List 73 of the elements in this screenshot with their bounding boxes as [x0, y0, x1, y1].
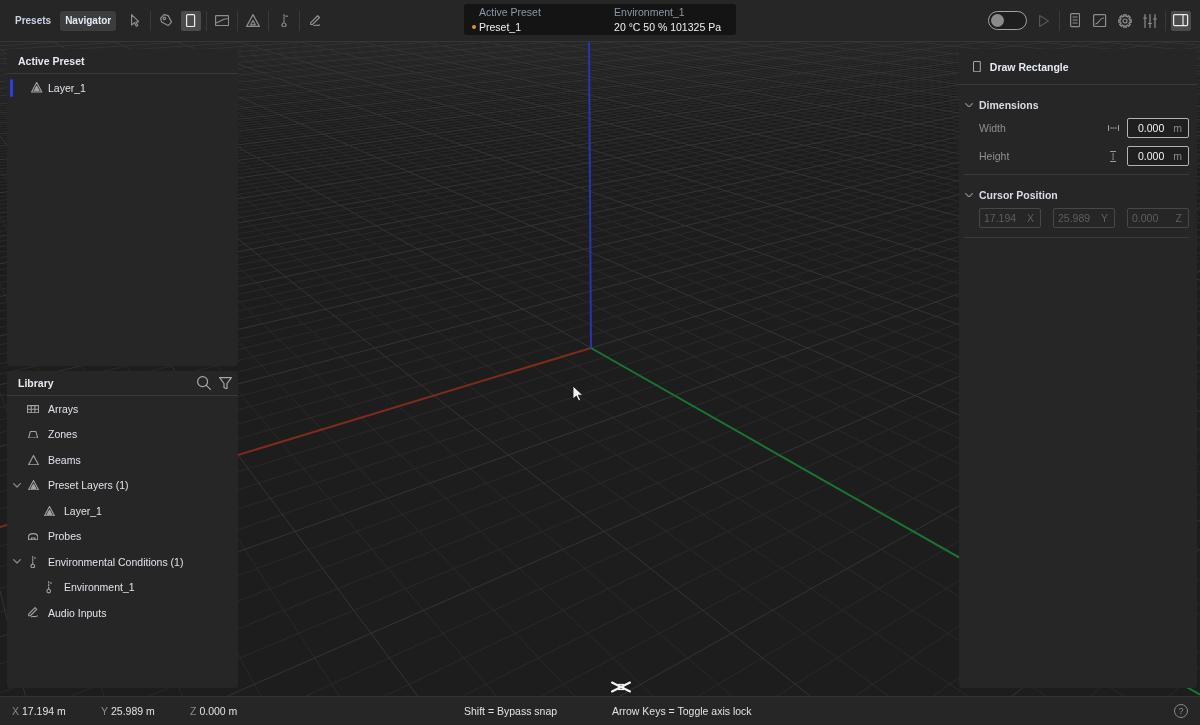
tree-item[interactable]: Environmental Conditions (1) [7, 549, 238, 575]
pen-icon [28, 607, 38, 619]
pen-icon [309, 14, 321, 27]
chevron-icon[interactable] [13, 559, 21, 565]
number-field[interactable]: 0.000 m [1127, 118, 1189, 138]
tree-item[interactable]: Probes [7, 523, 238, 549]
thermometer-icon [280, 13, 288, 28]
settings-icon [1118, 13, 1132, 28]
status-dot-icon [472, 24, 476, 29]
coordinate-value: 17.194 m [22, 705, 66, 717]
layered-triangle-icon [43, 505, 55, 516]
shortcut-hint: Arrow Keys = Toggle axis lock [612, 705, 752, 717]
search-button[interactable] [197, 376, 211, 390]
coordinate-value: 0.000 m [199, 705, 238, 717]
grid-icon [26, 404, 40, 413]
pointer-icon [130, 14, 140, 27]
rectangle-icon [973, 60, 981, 73]
section-title: Dimensions [979, 99, 1039, 111]
axis-label: Z [190, 705, 197, 717]
field-label: Width [979, 122, 1007, 134]
preset-label: Active Preset [479, 5, 542, 18]
field-label: Height [979, 150, 1011, 162]
panel-title: Draw Rectangle [989, 60, 1069, 73]
coordinate-value: 25.989 m [111, 705, 155, 717]
panel-title: Active Preset [18, 55, 86, 67]
layer-item[interactable]: Layer_1 [7, 78, 238, 97]
triangle-icon [27, 454, 39, 465]
tab[interactable]: Presets [10, 10, 57, 31]
mouse-pointer-icon [572, 385, 584, 402]
sliders-icon [1143, 13, 1157, 28]
environment-name: Environment_1 [614, 5, 686, 18]
toggle-switch[interactable] [988, 11, 1027, 30]
layered-triangle-icon [27, 480, 39, 491]
tree-item[interactable]: Preset Layers (1) [7, 472, 238, 498]
trapezoid-icon [27, 430, 39, 438]
shortcut-hint: Shift = Bypass snap [464, 705, 559, 717]
tree-item[interactable]: Environment_1 [7, 574, 238, 600]
tag-icon [159, 14, 173, 27]
preset-name: Preset_1 [479, 20, 522, 33]
conditions-text: 20 °C 50 % 101325 Pa [614, 20, 721, 33]
chevron-icon[interactable] [965, 192, 973, 198]
tree-item[interactable]: Audio Inputs [7, 600, 238, 626]
panel-title: Library [18, 377, 55, 389]
axis-label: Y [101, 705, 108, 717]
triangle-icon [246, 14, 260, 27]
tree-item[interactable]: Zones [7, 421, 238, 447]
filter-icon [218, 376, 232, 390]
tab[interactable]: Navigator [60, 10, 117, 31]
section-title: Cursor Position [979, 189, 1058, 201]
document-icon [1069, 13, 1081, 28]
number-field[interactable]: 0.000 m [1127, 146, 1189, 166]
thermometer-icon [45, 581, 53, 594]
tree-item[interactable]: Arrays [7, 396, 238, 422]
tree-item[interactable]: Layer_1 [7, 498, 238, 524]
panel-icon [1173, 14, 1189, 27]
layered-triangle-icon [31, 82, 43, 93]
chevron-icon[interactable] [13, 482, 21, 488]
gizmo-icon[interactable] [611, 681, 631, 693]
chevron-icon[interactable] [965, 102, 973, 108]
tool-button[interactable] [181, 10, 201, 31]
width-icon [1107, 124, 1119, 132]
search-icon [197, 376, 211, 390]
rectangle-icon [186, 13, 196, 28]
view-button[interactable] [1171, 10, 1191, 31]
frame-icon [214, 14, 230, 27]
play-icon [1039, 14, 1049, 27]
tree-item[interactable]: Beams [7, 447, 238, 473]
filter-button[interactable] [218, 376, 232, 390]
height-icon [1109, 150, 1117, 162]
axis-label: X [12, 705, 19, 717]
chart-icon [1093, 13, 1107, 28]
dome-icon [27, 532, 39, 540]
thermometer-icon [29, 555, 37, 568]
